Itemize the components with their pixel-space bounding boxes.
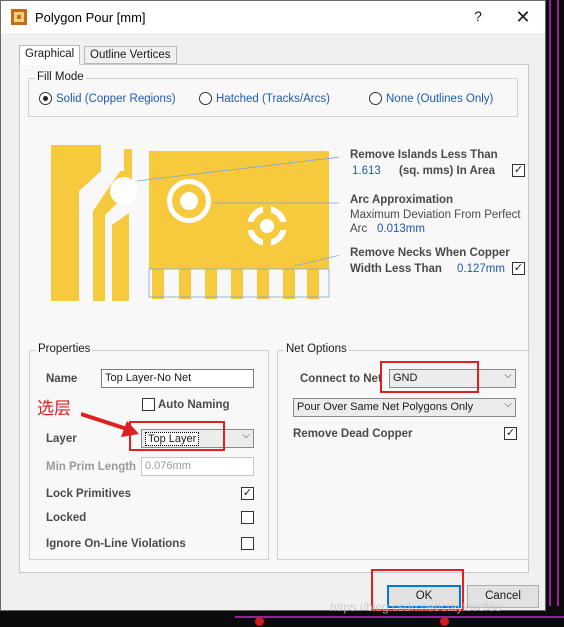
net-options-label: Net Options: [284, 343, 349, 355]
close-button[interactable]: ✕: [513, 7, 533, 27]
properties-label: Properties: [36, 343, 93, 355]
arc-label: Arc: [350, 223, 368, 235]
locked-checkbox[interactable]: [241, 511, 254, 524]
arc-description: Maximum Deviation From Perfect: [350, 209, 521, 221]
remove-dead-copper-checkbox[interactable]: ✓: [504, 427, 517, 440]
necks-width-label: Width Less Than: [350, 263, 442, 275]
layer-highlight: [129, 421, 225, 451]
necks-checkbox[interactable]: ✓: [512, 262, 525, 275]
layer-label: Layer: [46, 433, 77, 445]
fill-mode-label: Fill Mode: [35, 71, 86, 83]
lock-primitives-checkbox[interactable]: ✓: [241, 487, 254, 500]
radio-hatched-label: Hatched (Tracks/Arcs): [216, 92, 330, 105]
tab-outline-vertices[interactable]: Outline Vertices: [84, 46, 177, 64]
pour-over-select[interactable]: Pour Over Same Net Polygons Only ⌵: [293, 398, 516, 417]
remove-dead-copper-label: Remove Dead Copper: [293, 428, 413, 440]
name-input[interactable]: Top Layer-No Net: [101, 369, 254, 388]
radio-none-indicator: [369, 92, 382, 105]
dialog-title: Polygon Pour [mm]: [35, 10, 146, 25]
lock-primitives-label: Lock Primitives: [46, 488, 132, 500]
chevron-down-icon: ⌵: [242, 430, 250, 441]
name-label: Name: [46, 373, 78, 385]
radio-solid-label: Solid (Copper Regions): [56, 92, 176, 105]
auto-naming-checkbox[interactable]: [142, 398, 155, 411]
locked-label: Locked: [46, 512, 87, 524]
pcb-canvas-right: [545, 0, 564, 627]
title-bar: Polygon Pour [mm] ? ✕: [1, 1, 545, 33]
auto-naming-label: Auto Naming: [158, 399, 230, 411]
ignore-violations-checkbox[interactable]: [241, 537, 254, 550]
islands-value[interactable]: 1.613: [352, 165, 381, 177]
min-prim-label: Min Prim Length: [46, 461, 137, 473]
radio-solid[interactable]: Solid (Copper Regions): [39, 92, 176, 105]
ignore-violations-label: Ignore On-Line Violations: [46, 538, 186, 550]
necks-title: Remove Necks When Copper: [350, 247, 510, 259]
radio-hatched[interactable]: Hatched (Tracks/Arcs): [199, 92, 330, 105]
tab-graphical[interactable]: Graphical: [19, 45, 81, 65]
islands-unit: (sq. mms) In Area: [399, 165, 496, 177]
arc-value[interactable]: 0.013mm: [377, 223, 425, 235]
arc-title: Arc Approximation: [350, 194, 454, 206]
annotation-text: 选层: [37, 399, 71, 419]
polygon-preview-illustration: [51, 145, 339, 301]
app-icon: [11, 9, 27, 25]
chevron-down-icon: ⌵: [504, 399, 512, 410]
islands-title: Remove Islands Less Than: [350, 149, 498, 161]
necks-value[interactable]: 0.127mm: [457, 263, 505, 275]
chevron-down-icon: ⌵: [504, 370, 512, 381]
islands-checkbox[interactable]: ✓: [512, 164, 525, 177]
pour-over-value: Pour Over Same Net Polygons Only: [297, 401, 474, 413]
radio-hatched-indicator: [199, 92, 212, 105]
radio-none[interactable]: None (Outlines Only): [369, 92, 493, 105]
help-button[interactable]: ?: [471, 8, 485, 26]
net-highlight: [380, 361, 479, 393]
radio-none-label: None (Outlines Only): [386, 92, 494, 105]
polygon-pour-dialog: Polygon Pour [mm] ? ✕ Graphical Outline …: [0, 0, 546, 611]
radio-solid-indicator: [39, 92, 52, 105]
watermark: https://blog.csdn.net/ctaylovefoo: [330, 600, 502, 614]
min-prim-input: 0.076mm: [141, 457, 254, 476]
connect-to-net-label: Connect to Net: [300, 373, 382, 385]
